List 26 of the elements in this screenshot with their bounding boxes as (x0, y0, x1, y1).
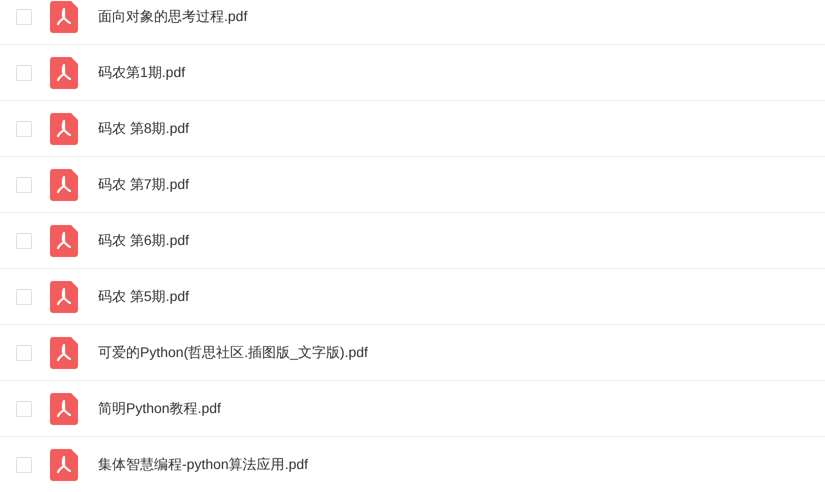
pdf-file-icon (50, 448, 78, 480)
file-name[interactable]: 可爱的Python(哲思社区.插图版_文字版).pdf (98, 342, 368, 363)
file-name[interactable]: 码农 第8期.pdf (98, 118, 190, 139)
checkbox[interactable] (16, 288, 32, 304)
file-name[interactable]: 面向对象的思考过程.pdf (98, 6, 248, 27)
pdf-file-icon (50, 112, 78, 144)
checkbox[interactable] (16, 8, 32, 24)
file-name[interactable]: 码农 第7期.pdf (98, 174, 190, 195)
checkbox[interactable] (16, 176, 32, 192)
checkbox[interactable] (16, 456, 32, 472)
pdf-file-icon (50, 336, 78, 368)
checkbox[interactable] (16, 232, 32, 248)
pdf-file-icon (50, 392, 78, 424)
checkbox[interactable] (16, 64, 32, 80)
pdf-file-icon (50, 280, 78, 312)
file-name[interactable]: 码农 第5期.pdf (98, 286, 190, 307)
checkbox[interactable] (16, 400, 32, 416)
checkbox[interactable] (16, 120, 32, 136)
checkbox[interactable] (16, 344, 32, 360)
file-name[interactable]: 集体智慧编程-python算法应用.pdf (98, 454, 308, 475)
pdf-file-icon (50, 56, 78, 88)
file-name[interactable]: 码农 第6期.pdf (98, 230, 190, 251)
pdf-file-icon (50, 168, 78, 200)
pdf-file-icon (50, 224, 78, 256)
file-name[interactable]: 简明Python教程.pdf (98, 398, 221, 419)
file-name[interactable]: 码农第1期.pdf (98, 62, 186, 83)
